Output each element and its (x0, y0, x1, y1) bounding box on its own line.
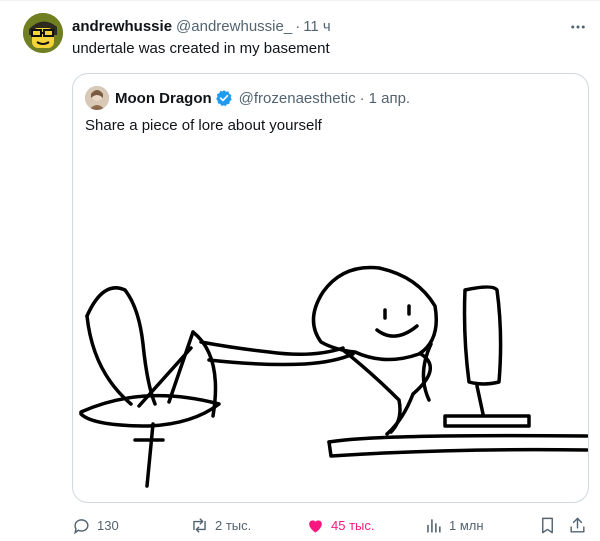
quoted-author-name[interactable]: Moon Dragon (115, 90, 212, 107)
tweet-text: undertale was created in my basement (72, 40, 330, 57)
repost-count: 2 тыс. (215, 517, 252, 533)
reply-icon (74, 518, 89, 534)
like-button[interactable]: 45 тыс. (306, 513, 374, 537)
reply-count: 130 (97, 517, 119, 533)
quoted-avatar[interactable] (85, 86, 109, 110)
reply-button[interactable]: 130 (72, 513, 119, 537)
more-horizontal-icon[interactable] (566, 15, 590, 39)
quoted-separator-dot: · (359, 89, 365, 107)
author-name[interactable]: andrewhussie (72, 18, 172, 35)
verified-badge-icon (215, 89, 233, 107)
views-count: 1 млн (449, 517, 484, 533)
repost-button[interactable]: 2 тыс. (190, 513, 251, 537)
author-handle[interactable]: @andrewhussie_ (176, 18, 292, 35)
quoted-tweet[interactable]: Moon Dragon @frozenaesthetic · 1 апр. Sh… (72, 73, 589, 503)
quoted-time[interactable]: 1 апр. (369, 90, 410, 107)
like-count: 45 тыс. (331, 517, 375, 533)
quoted-author-handle[interactable]: @frozenaesthetic (239, 90, 356, 107)
bookmark-button[interactable] (538, 513, 563, 537)
separator-dot: · (295, 17, 301, 35)
bookmark-icon (542, 517, 553, 533)
quoted-media-image[interactable] (73, 254, 588, 502)
quoted-text: Share a piece of lore about yourself (85, 117, 322, 134)
views-button[interactable]: 1 млн (424, 513, 484, 537)
share-button[interactable] (568, 513, 593, 537)
action-bar: 130 2 тыс. 45 тыс. 1 млн (72, 513, 592, 537)
repost-icon (193, 517, 206, 533)
tweet-header: andrewhussie @andrewhussie_ · 11 ч (72, 16, 331, 36)
author-avatar[interactable] (23, 13, 63, 53)
tweet-time[interactable]: 11 ч (303, 18, 331, 35)
heart-icon (309, 519, 322, 533)
share-icon (570, 517, 585, 533)
views-chart-icon (427, 518, 441, 533)
tweet[interactable]: andrewhussie @andrewhussie_ · 11 ч under… (0, 0, 600, 541)
quoted-header: Moon Dragon @frozenaesthetic · 1 апр. (85, 86, 410, 110)
